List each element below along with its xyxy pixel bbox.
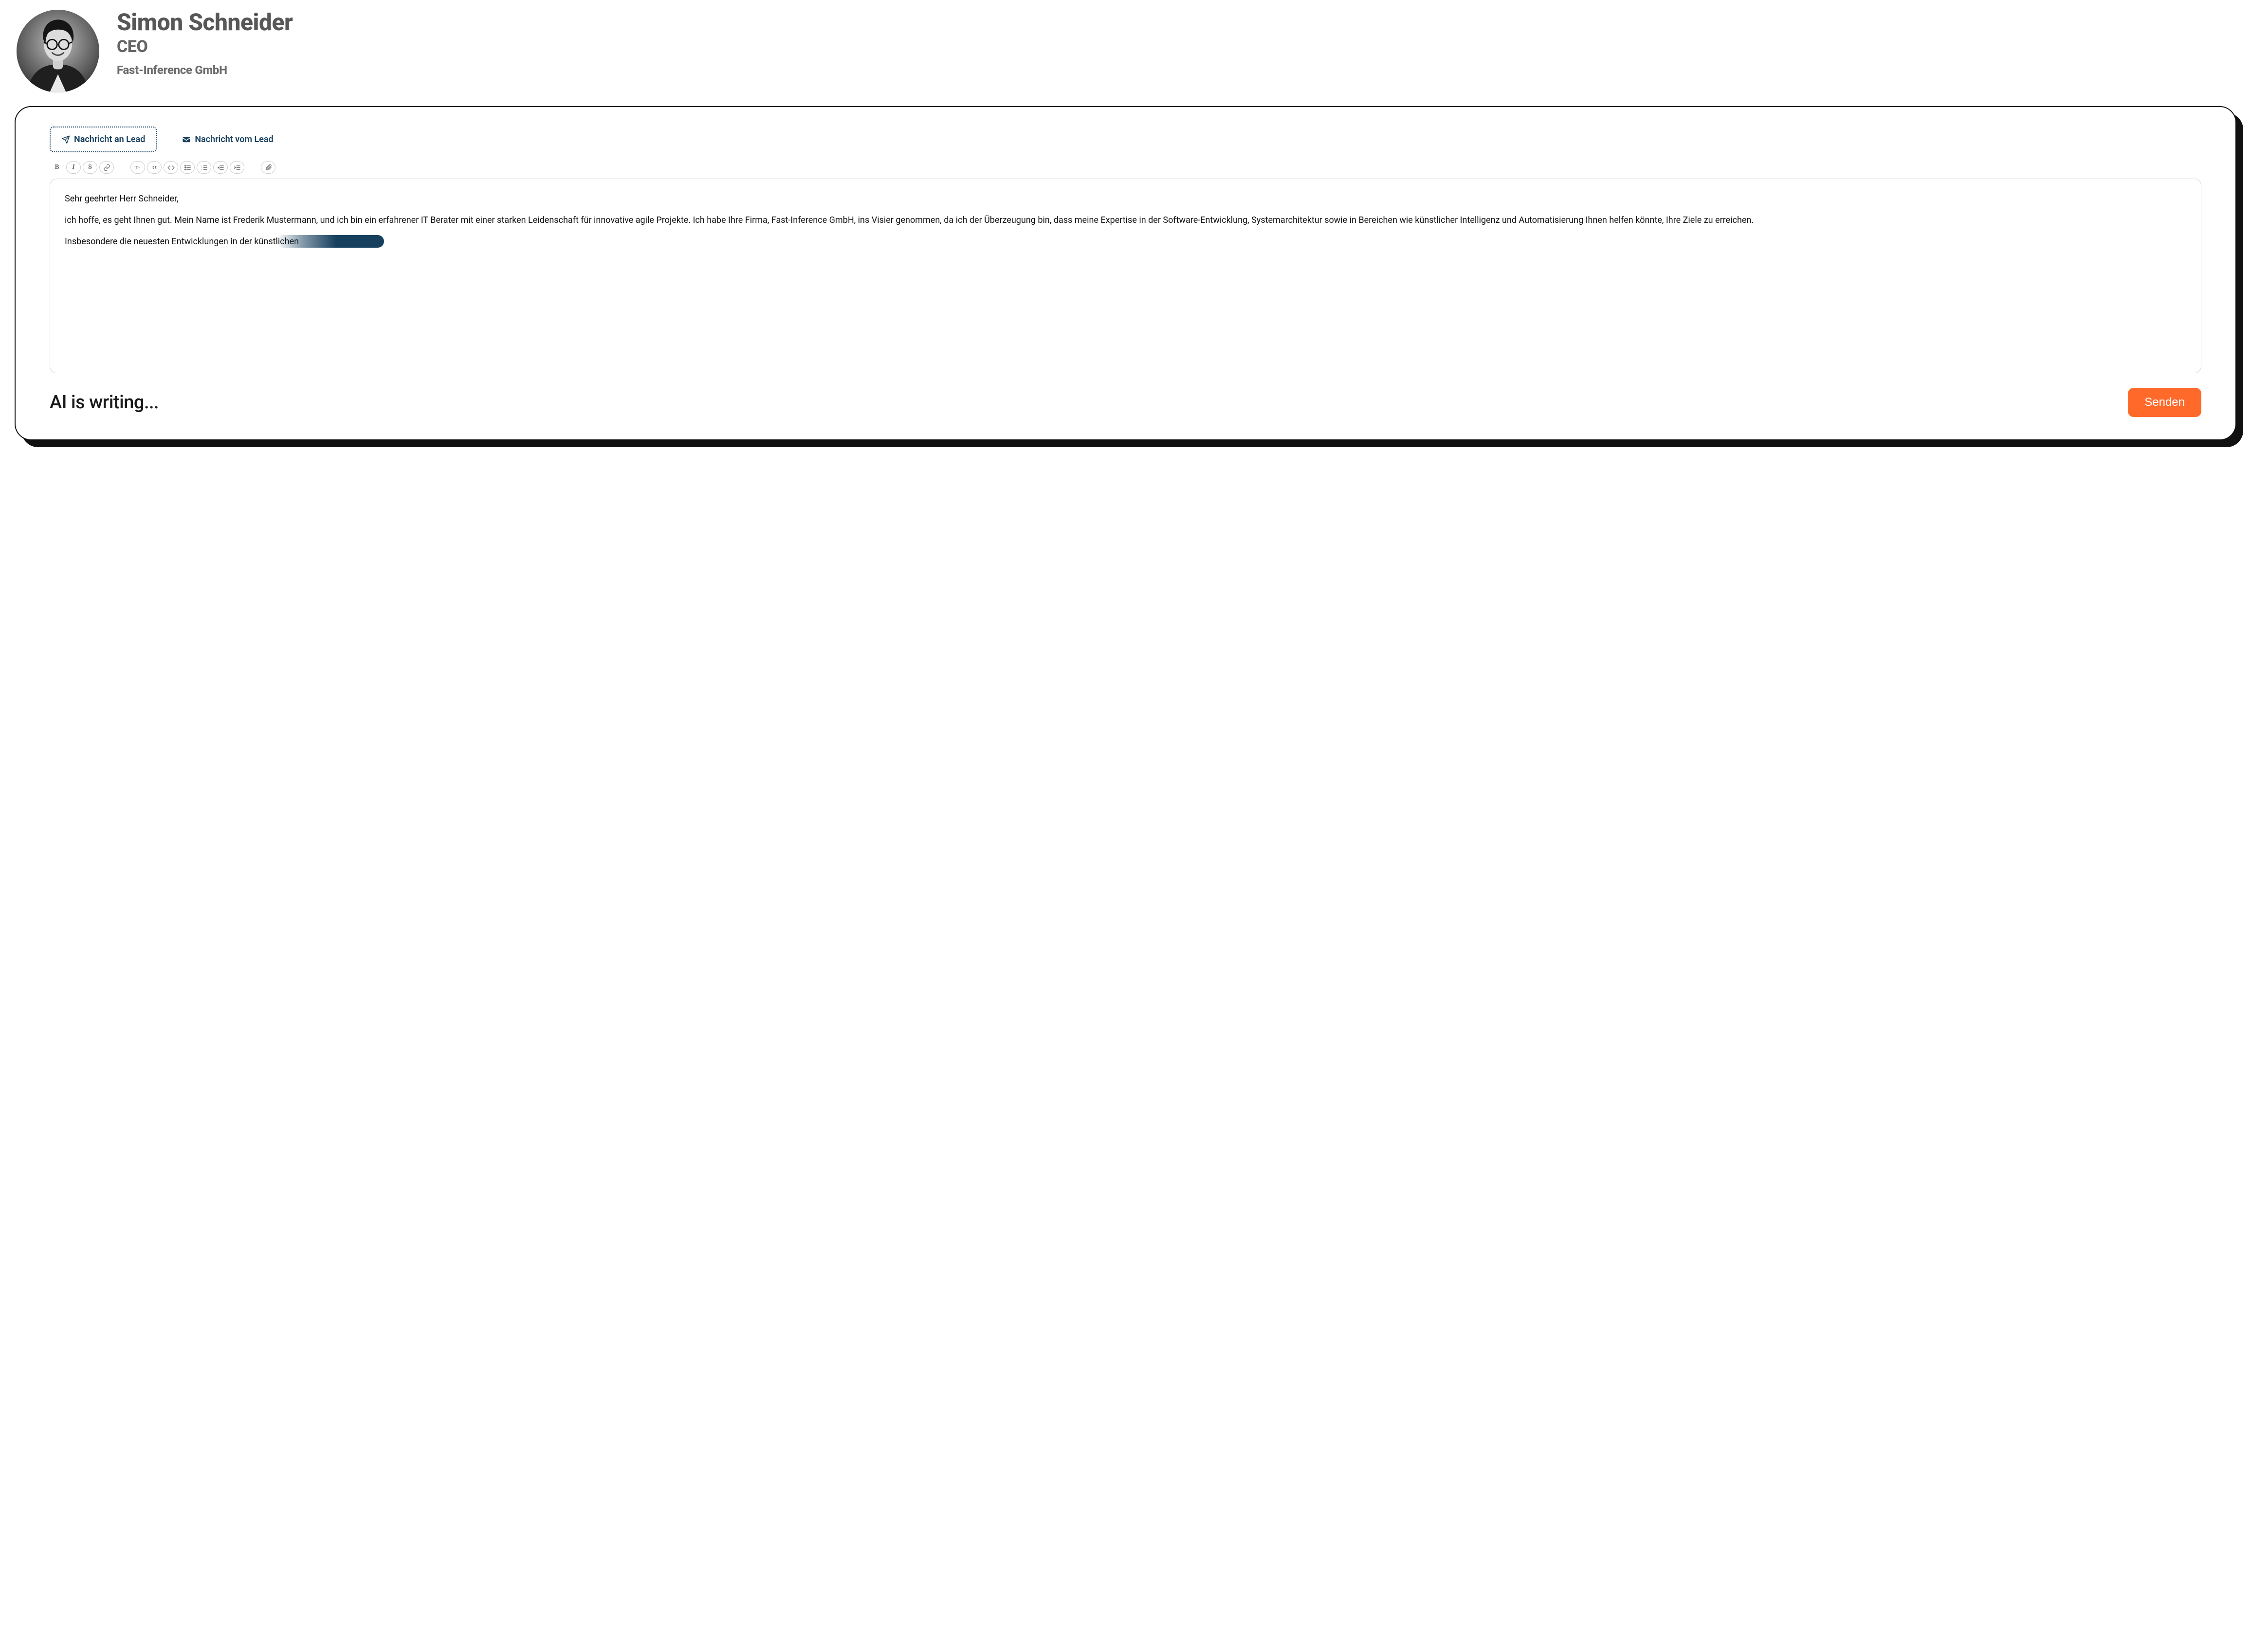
send-button[interactable]: Senden	[2128, 388, 2201, 417]
editor-toolbar: B I S TT 123	[50, 160, 2201, 179]
message-greeting: Sehr geehrter Herr Schneider,	[65, 193, 2186, 205]
italic-button[interactable]: I	[66, 161, 81, 174]
compose-footer: AI is writing... Senden	[50, 388, 2201, 417]
outdent-button[interactable]	[213, 161, 228, 174]
svg-text:T: T	[138, 167, 140, 170]
lead-company: Fast-Inference GmbH	[117, 63, 293, 77]
indent-button[interactable]	[230, 161, 244, 174]
text-size-button[interactable]: TT	[130, 161, 145, 174]
paper-plane-icon	[61, 135, 70, 144]
envelope-icon	[182, 135, 191, 144]
lead-header: Simon Schneider CEO Fast-Inference GmbH	[17, 10, 2236, 92]
lead-role: CEO	[117, 37, 293, 56]
blockquote-button[interactable]	[147, 161, 162, 174]
lead-info: Simon Schneider CEO Fast-Inference GmbH	[117, 10, 293, 77]
strikethrough-button[interactable]: S	[83, 161, 97, 174]
message-editor[interactable]: Sehr geehrter Herr Schneider, ich hoffe,…	[50, 179, 2201, 373]
link-button[interactable]	[99, 161, 114, 174]
unordered-list-button[interactable]	[180, 161, 195, 174]
lead-avatar	[17, 10, 99, 92]
svg-text:T: T	[134, 165, 138, 170]
message-typing-prefix: Insbesondere die neuesten Entwicklungen …	[65, 236, 299, 247]
ai-status-text: AI is writing...	[50, 392, 159, 413]
ai-typing-cursor-icon	[277, 235, 384, 248]
code-button[interactable]	[164, 161, 178, 174]
bold-button[interactable]: B	[50, 161, 64, 174]
compose-card: Nachricht an Lead Nachricht vom Lead B I…	[15, 106, 2236, 440]
tab-label: Nachricht vom Lead	[195, 134, 273, 145]
tab-message-to-lead[interactable]: Nachricht an Lead	[50, 127, 157, 152]
message-body: ich hoffe, es geht Ihnen gut. Mein Name …	[65, 214, 2186, 227]
tab-message-from-lead[interactable]: Nachricht vom Lead	[171, 127, 284, 151]
message-typing-line: Insbesondere die neuesten Entwicklungen …	[65, 236, 2186, 248]
message-direction-tabs: Nachricht an Lead Nachricht vom Lead	[50, 127, 2201, 152]
lead-name: Simon Schneider	[117, 11, 293, 34]
attachment-button[interactable]	[261, 161, 275, 174]
tab-label: Nachricht an Lead	[74, 134, 145, 145]
svg-text:3: 3	[201, 168, 202, 170]
ordered-list-button[interactable]: 123	[197, 161, 211, 174]
